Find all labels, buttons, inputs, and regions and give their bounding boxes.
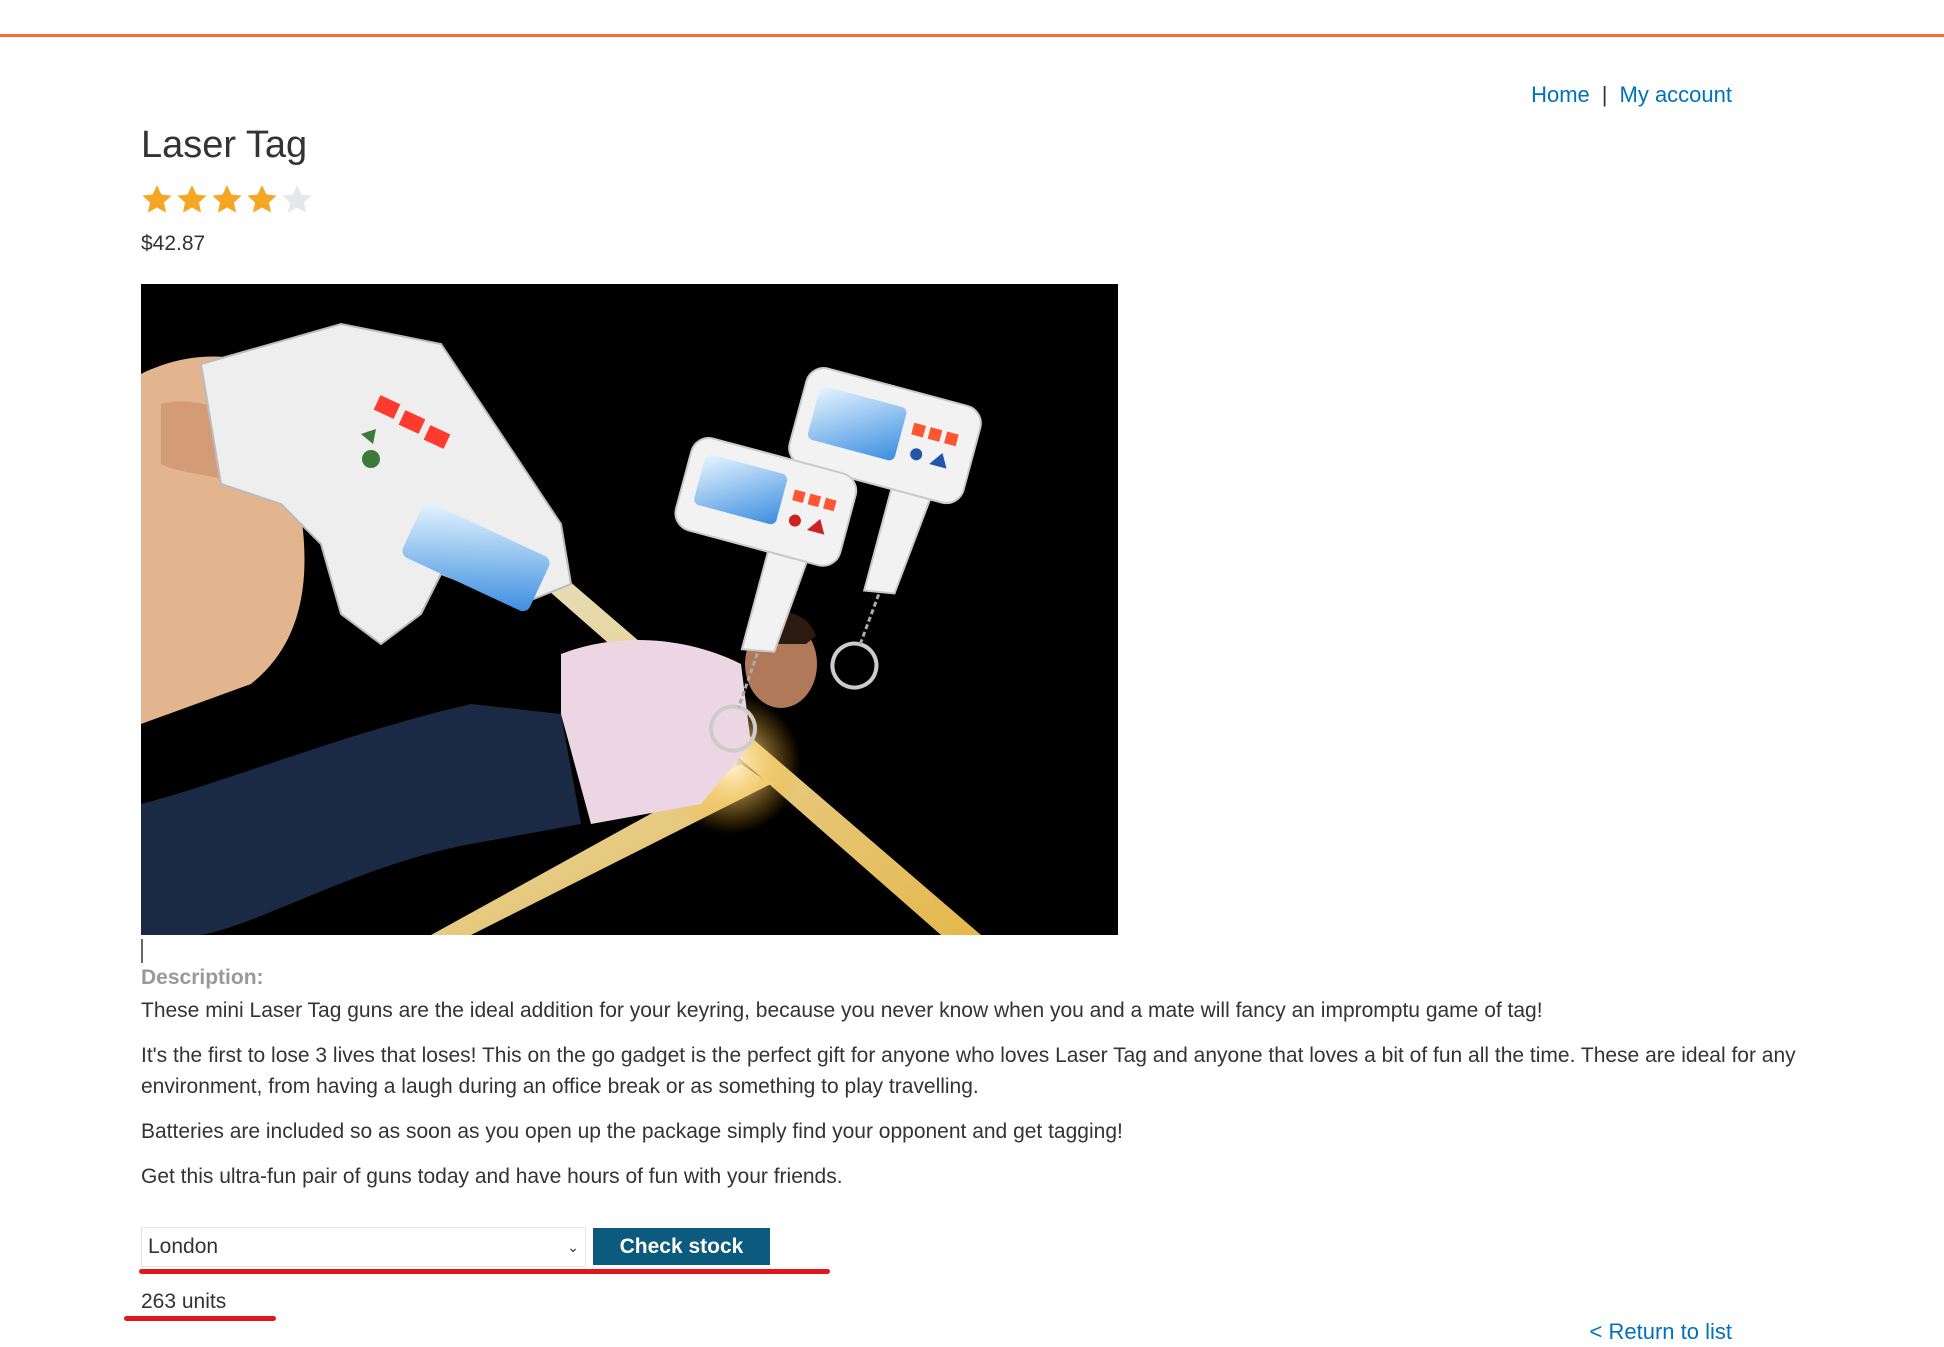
star-empty-icon — [282, 185, 312, 213]
description-paragraph: Batteries are included so as soon as you… — [141, 1120, 1123, 1143]
laser-tag-photo — [141, 284, 1118, 935]
return-to-list-link[interactable]: < Return to list — [1590, 1317, 1732, 1347]
nav-my-account-link[interactable]: My account — [1620, 82, 1733, 107]
star-filled-icon — [212, 185, 242, 213]
annotation-underline — [124, 1316, 276, 1321]
star-filled-icon — [177, 185, 207, 213]
product-title: Laser Tag — [141, 124, 308, 166]
stock-result: 263 units — [141, 1290, 227, 1313]
product-image — [141, 284, 1118, 935]
description-paragraph: It's the first to lose 3 lives that lose… — [141, 1044, 1796, 1098]
top-nav: Home | My account — [1531, 80, 1732, 110]
description-paragraph: Get this ultra-fun pair of guns today an… — [141, 1165, 843, 1188]
store-select[interactable]: London ⌄ — [141, 1227, 586, 1267]
nav-separator: | — [1601, 82, 1608, 107]
description-body: These mini Laser Tag guns are the ideal … — [141, 995, 1831, 1206]
star-filled-icon — [142, 185, 172, 213]
chevron-down-icon: ⌄ — [567, 1238, 579, 1255]
product-price: $42.87 — [141, 232, 206, 255]
store-select-value: London — [148, 1235, 219, 1258]
star-rating — [140, 183, 314, 217]
description-label: Description: — [141, 966, 264, 989]
nav-home-link[interactable]: Home — [1531, 82, 1590, 107]
annotation-underline — [139, 1269, 830, 1274]
star-filled-icon — [247, 185, 277, 213]
text-cursor — [141, 939, 143, 963]
description-paragraph: These mini Laser Tag guns are the ideal … — [141, 999, 1543, 1022]
check-stock-button[interactable]: Check stock — [593, 1228, 770, 1265]
top-accent-bar — [0, 0, 1944, 37]
